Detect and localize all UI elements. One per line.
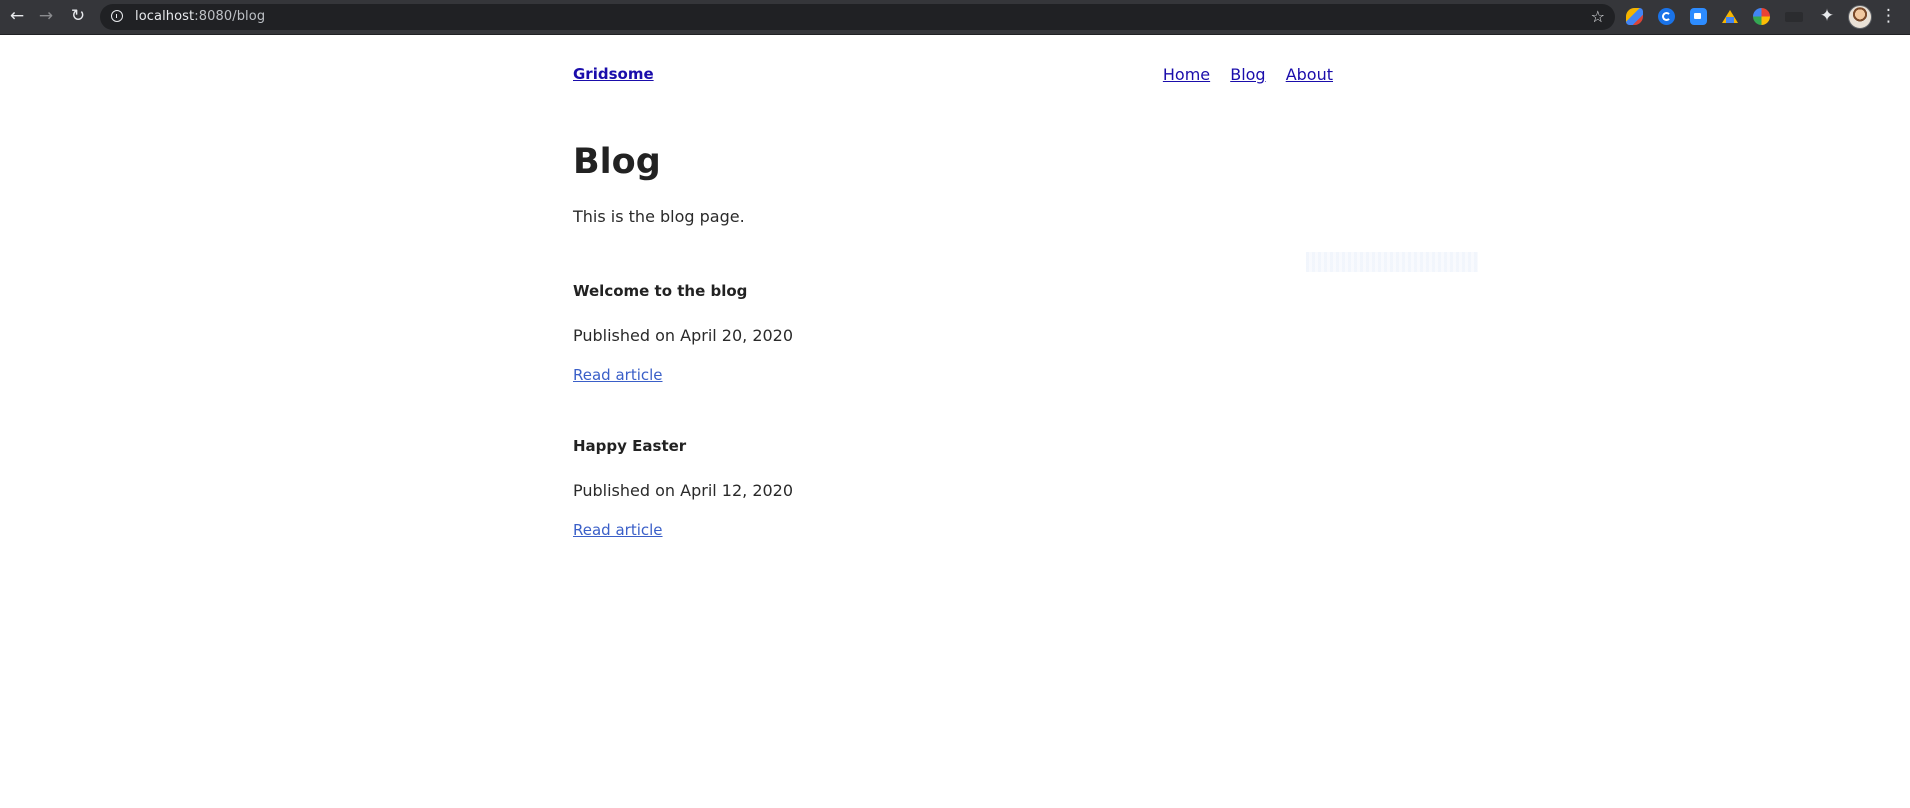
read-article-link[interactable]: Read article <box>573 366 663 384</box>
page-content: Gridsome Home Blog About Blog This is th… <box>573 35 1333 539</box>
puzzle-icon[interactable]: ✦ <box>1817 6 1837 26</box>
post-date: Published on April 12, 2020 <box>573 481 794 500</box>
post-title: Welcome to the blog <box>573 282 748 300</box>
post-title: Happy Easter <box>573 437 687 455</box>
back-arrow-icon[interactable]: ← <box>6 5 28 27</box>
zoom-extension-icon[interactable] <box>1690 8 1707 25</box>
render-artifact <box>1306 252 1478 272</box>
address-bar[interactable]: localhost:8080/blog ☆ <box>100 4 1615 30</box>
url-text[interactable]: localhost:8080/blog <box>135 9 265 24</box>
nav-link-about[interactable]: About <box>1286 65 1333 84</box>
read-article-link[interactable]: Read article <box>573 521 663 539</box>
star-icon[interactable]: ☆ <box>1591 7 1605 26</box>
nav-link-blog[interactable]: Blog <box>1230 65 1265 84</box>
forward-arrow-icon[interactable]: → <box>35 5 57 27</box>
blog-post: Welcome to the blog Published on April 2… <box>573 282 1333 384</box>
extension-icon[interactable] <box>1785 12 1803 22</box>
site-info-icon[interactable] <box>111 10 123 22</box>
extension-icon[interactable] <box>1658 8 1675 25</box>
site-header: Gridsome Home Blog About <box>573 35 1333 115</box>
page-title: Blog <box>573 142 661 182</box>
page-intro: This is the blog page. <box>573 207 745 226</box>
browser-toolbar: ← → ↻ localhost:8080/blog ☆ ✦ ⋮ <box>0 0 1910 35</box>
extension-icon[interactable] <box>1626 8 1643 25</box>
blog-post: Happy Easter Published on April 12, 2020… <box>573 437 1333 539</box>
nav-link-home[interactable]: Home <box>1163 65 1210 84</box>
kebab-menu-icon[interactable]: ⋮ <box>1880 6 1897 26</box>
main-nav: Home Blog About <box>1148 65 1333 84</box>
site-brand-link[interactable]: Gridsome <box>573 65 654 83</box>
drive-extension-icon[interactable] <box>1721 8 1738 25</box>
post-date: Published on April 20, 2020 <box>573 326 794 345</box>
extension-icon[interactable] <box>1753 8 1770 25</box>
reload-icon[interactable]: ↻ <box>67 5 89 27</box>
profile-avatar[interactable] <box>1848 5 1872 29</box>
